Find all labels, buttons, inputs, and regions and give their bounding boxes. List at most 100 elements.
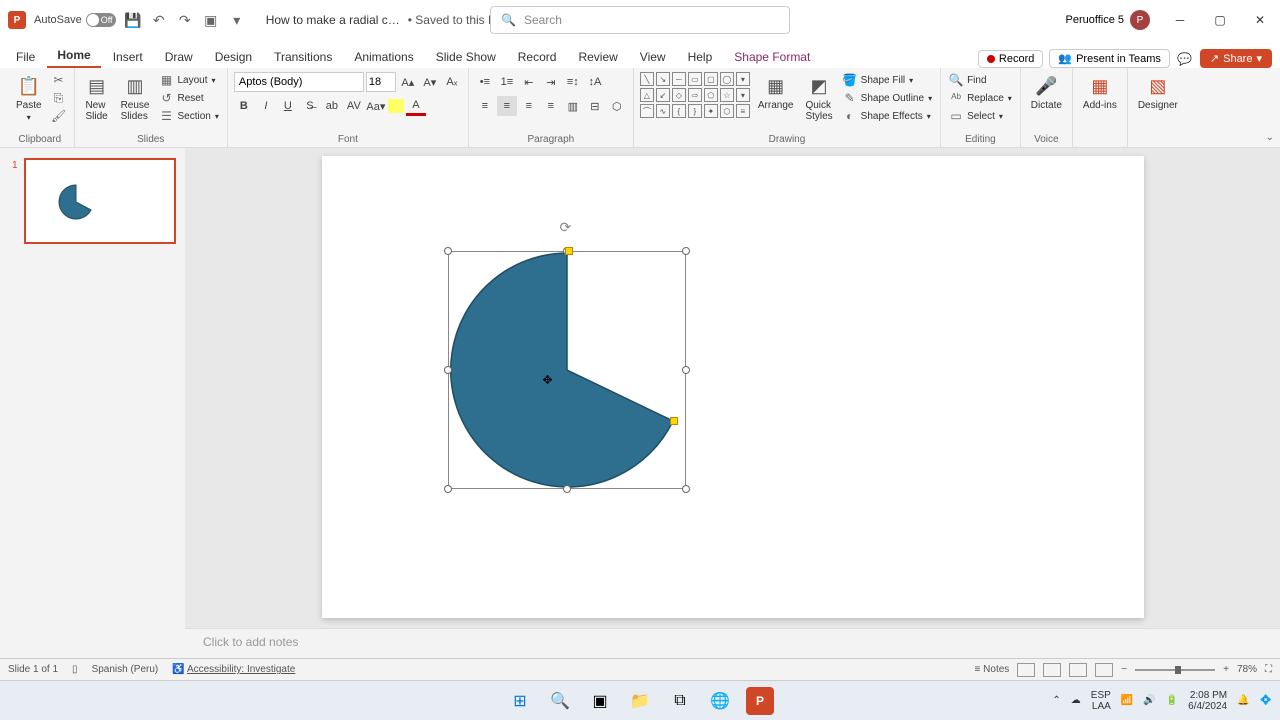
font-name-select[interactable] bbox=[234, 72, 364, 92]
clock[interactable]: 2:08 PM6/4/2024 bbox=[1188, 690, 1227, 712]
normal-view-button[interactable] bbox=[1017, 663, 1035, 677]
new-slide-button[interactable]: ▤New Slide bbox=[81, 72, 113, 124]
paste-button[interactable]: 📋Paste▾ bbox=[12, 72, 46, 124]
resize-handle-br[interactable] bbox=[682, 485, 690, 493]
slideshow-view-button[interactable] bbox=[1095, 663, 1113, 677]
task-view-icon[interactable]: ▣ bbox=[586, 687, 614, 715]
file-explorer-icon[interactable]: 📁 bbox=[626, 687, 654, 715]
notifications-icon[interactable]: 🔔 bbox=[1237, 695, 1249, 706]
battery-icon[interactable]: 🔋 bbox=[1166, 695, 1178, 706]
font-color-button[interactable]: A bbox=[406, 96, 426, 116]
shape-outline-button[interactable]: ✎Shape Outline▾ bbox=[841, 90, 934, 106]
close-button[interactable]: ✕ bbox=[1240, 0, 1280, 40]
text-overflow-icon[interactable]: ▯ bbox=[72, 664, 78, 675]
notes-toggle[interactable]: ≡ Notes bbox=[975, 664, 1010, 675]
layout-button[interactable]: ▦Layout▾ bbox=[157, 72, 220, 88]
justify-button[interactable]: ≡ bbox=[541, 96, 561, 116]
chrome-icon[interactable]: 🌐 bbox=[706, 687, 734, 715]
present-teams-button[interactable]: 👥Present in Teams bbox=[1049, 49, 1170, 68]
slack-icon[interactable]: ⧉ bbox=[666, 687, 694, 715]
char-spacing-button[interactable]: AV bbox=[344, 96, 364, 116]
decrease-indent-button[interactable]: ⇤ bbox=[519, 72, 539, 92]
taskbar-search-icon[interactable]: 🔍 bbox=[546, 687, 574, 715]
shapes-gallery[interactable]: ╲↘─▭▢◯▾ △↙◇⇨⬠☆▾ ⌒∿{}✦⬡≡ bbox=[640, 72, 750, 118]
zoom-in-button[interactable]: + bbox=[1223, 664, 1229, 675]
save-icon[interactable]: 💾 bbox=[124, 11, 142, 29]
resize-handle-bc[interactable] bbox=[563, 485, 571, 493]
numbering-button[interactable]: 1≡ bbox=[497, 72, 517, 92]
minimize-button[interactable]: ─ bbox=[1160, 0, 1200, 40]
dictate-button[interactable]: 🎤Dictate bbox=[1027, 72, 1066, 113]
language-button[interactable]: Spanish (Peru) bbox=[92, 664, 159, 675]
change-case-button[interactable]: Aa▾ bbox=[366, 96, 386, 116]
designer-button[interactable]: ▧Designer bbox=[1134, 72, 1182, 113]
accessibility-button[interactable]: ♿ Accessibility: Investigate bbox=[172, 664, 295, 675]
strike-button[interactable]: S̶ bbox=[300, 96, 320, 116]
slide-canvas[interactable]: ⟳ ✥ bbox=[322, 156, 1144, 618]
tab-animations[interactable]: Animations bbox=[344, 46, 423, 68]
tab-draw[interactable]: Draw bbox=[155, 46, 203, 68]
tab-home[interactable]: Home bbox=[47, 44, 100, 68]
undo-icon[interactable]: ↶ bbox=[150, 11, 168, 29]
italic-button[interactable]: I bbox=[256, 96, 276, 116]
shape-effects-button[interactable]: ◐Shape Effects▾ bbox=[841, 108, 934, 124]
columns-button[interactable]: ▥ bbox=[563, 96, 583, 116]
zoom-slider[interactable] bbox=[1135, 669, 1215, 671]
fit-window-button[interactable]: ⛶ bbox=[1265, 664, 1272, 675]
addins-button[interactable]: ▦Add-ins bbox=[1079, 72, 1121, 113]
redo-icon[interactable]: ↷ bbox=[176, 11, 194, 29]
adjust-handle-2[interactable] bbox=[670, 417, 678, 425]
account-button[interactable]: Peruoffice 5 P bbox=[1065, 10, 1150, 30]
tab-review[interactable]: Review bbox=[568, 46, 627, 68]
find-button[interactable]: 🔍Find bbox=[947, 72, 1014, 88]
reset-button[interactable]: ↺Reset bbox=[157, 90, 220, 106]
quick-styles-button[interactable]: ◩Quick Styles bbox=[801, 72, 836, 124]
zoom-out-button[interactable]: − bbox=[1121, 664, 1127, 675]
qat-dropdown-icon[interactable]: ▾ bbox=[228, 11, 246, 29]
tab-file[interactable]: File bbox=[6, 46, 45, 68]
search-input[interactable]: 🔍 Search bbox=[490, 6, 790, 34]
section-button[interactable]: ☰Section▾ bbox=[157, 108, 220, 124]
slide-thumbnail-1[interactable]: 1 bbox=[24, 158, 176, 244]
reuse-slides-button[interactable]: ▥Reuse Slides bbox=[117, 72, 154, 124]
resize-handle-tl[interactable] bbox=[444, 247, 452, 255]
input-language[interactable]: ESPLAA bbox=[1091, 690, 1111, 712]
tray-chevron-icon[interactable]: ⌃ bbox=[1052, 695, 1060, 706]
resize-handle-tr[interactable] bbox=[682, 247, 690, 255]
resize-handle-ml[interactable] bbox=[444, 366, 452, 374]
tab-insert[interactable]: Insert bbox=[103, 46, 153, 68]
share-button[interactable]: ↗Share▾ bbox=[1200, 49, 1272, 68]
present-icon[interactable]: ▣ bbox=[202, 11, 220, 29]
shadow-button[interactable]: ab bbox=[322, 96, 342, 116]
start-button[interactable]: ⊞ bbox=[506, 687, 534, 715]
notes-pane[interactable]: Click to add notes bbox=[185, 628, 1280, 658]
copy-button[interactable]: ⎘ bbox=[50, 90, 68, 106]
tab-view[interactable]: View bbox=[630, 46, 676, 68]
onedrive-icon[interactable]: ☁ bbox=[1071, 695, 1081, 706]
arrange-button[interactable]: ▦Arrange bbox=[754, 72, 798, 113]
increase-font-icon[interactable]: A▴ bbox=[398, 72, 418, 92]
decrease-font-icon[interactable]: A▾ bbox=[420, 72, 440, 92]
slide-counter[interactable]: Slide 1 of 1 bbox=[8, 664, 58, 675]
align-right-button[interactable]: ≡ bbox=[519, 96, 539, 116]
tab-design[interactable]: Design bbox=[205, 46, 262, 68]
align-center-button[interactable]: ≡ bbox=[497, 96, 517, 116]
select-button[interactable]: ▭Select▾ bbox=[947, 108, 1014, 124]
format-painter-button[interactable]: 🖌 bbox=[50, 108, 68, 124]
replace-button[interactable]: ᴬᵇReplace▾ bbox=[947, 90, 1014, 106]
tab-help[interactable]: Help bbox=[678, 46, 723, 68]
volume-icon[interactable]: 🔊 bbox=[1143, 695, 1155, 706]
highlight-button[interactable] bbox=[388, 99, 404, 113]
align-text-button[interactable]: ⊟ bbox=[585, 96, 605, 116]
comments-icon[interactable]: 💬 bbox=[1176, 50, 1194, 68]
collapse-ribbon-icon[interactable]: ⌄ bbox=[1266, 132, 1274, 143]
maximize-button[interactable]: ▢ bbox=[1200, 0, 1240, 40]
zoom-level[interactable]: 78% bbox=[1237, 664, 1257, 675]
autosave-toggle[interactable]: AutoSave Off bbox=[34, 13, 116, 27]
font-size-select[interactable] bbox=[366, 72, 396, 92]
selected-shape-pie[interactable]: ⟳ ✥ bbox=[448, 251, 686, 489]
reading-view-button[interactable] bbox=[1069, 663, 1087, 677]
text-direction-button[interactable]: ↕A bbox=[585, 72, 605, 92]
resize-handle-mr[interactable] bbox=[682, 366, 690, 374]
bold-button[interactable]: B bbox=[234, 96, 254, 116]
